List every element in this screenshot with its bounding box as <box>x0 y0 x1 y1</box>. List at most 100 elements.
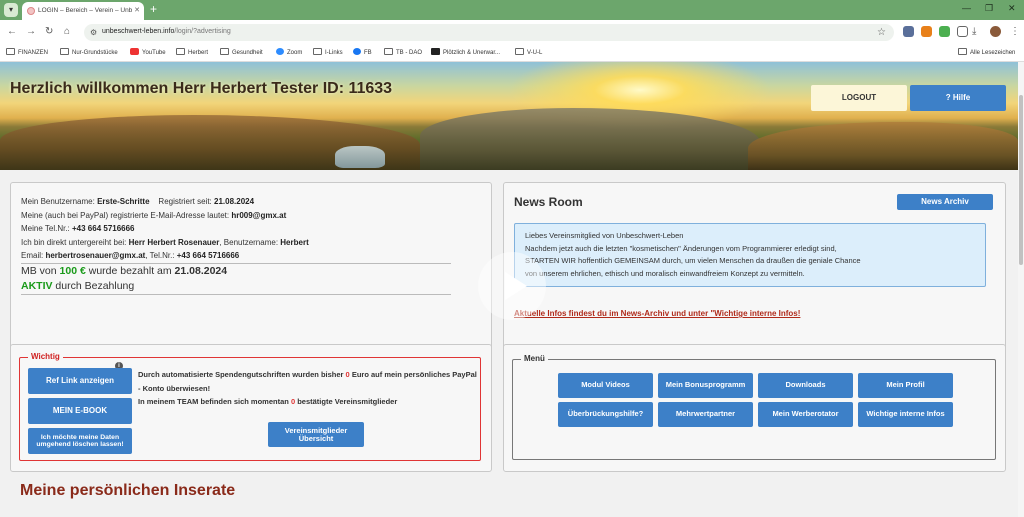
bookmark-gesundheit[interactable]: Gesundheit <box>220 48 263 56</box>
menu-mehrwertpartner[interactable]: Mehrwertpartner <box>658 402 753 427</box>
bookmark-tb-dao[interactable]: TB - DAO <box>384 48 422 56</box>
bookmark-grundstuecke[interactable]: Nur-Grundstücke <box>60 48 118 56</box>
url-host: unbeschwert-leben.info <box>102 28 175 35</box>
bookmarks-bar: FINANZEN Nur-Grundstücke YouTube Herbert… <box>0 44 1024 62</box>
news-message-box: Liebes Vereinsmitglied von Unbeschwert-L… <box>514 223 986 287</box>
all-bookmarks[interactable]: Alle Lesezeichen <box>958 48 1015 56</box>
fox-extension-icon[interactable] <box>921 26 932 37</box>
folder-icon <box>313 48 322 55</box>
username: Erste-Schritte <box>97 197 150 206</box>
banner-river <box>335 146 385 168</box>
donation-amount: 0 <box>345 370 350 379</box>
url-path: /login/?advertising <box>174 28 231 35</box>
minimize-icon[interactable]: — <box>962 3 971 13</box>
puzzle-extensions-icon[interactable] <box>957 26 968 37</box>
status-line: AKTIV durch Bezahlung <box>21 279 135 292</box>
scrollbar-thumb[interactable] <box>1019 95 1023 265</box>
browser-tab-bar: ▾ LOGIN – Bereich – Verein – Unb ✕ + — ❐… <box>0 0 1024 20</box>
folder-icon <box>60 48 69 55</box>
news-archive-link[interactable]: Aktuelle Infos findest du im News-Archiv… <box>514 309 800 318</box>
extension-icon[interactable] <box>903 26 914 37</box>
ebook-button[interactable]: MEIN E-BOOK <box>28 398 132 424</box>
menu-downloads[interactable]: Downloads <box>758 373 853 398</box>
bookmark-i-links[interactable]: I-Links <box>313 48 343 56</box>
leaf-extension-icon[interactable] <box>939 26 950 37</box>
menu-modul-videos[interactable]: Modul Videos <box>558 373 653 398</box>
video-play-icon[interactable] <box>478 252 546 320</box>
help-button[interactable]: ? Hilfe <box>910 85 1006 111</box>
folder-icon <box>6 48 15 55</box>
email-line: Meine (auch bei PayPal) registrierte E-M… <box>21 210 287 220</box>
news-line: von unserem ehrlichen, ethisch und moral… <box>525 268 805 278</box>
news-line: Nachdem jetzt auch die letzten "kosmetis… <box>525 243 837 253</box>
news-line: STARTEN WIR hoffentlich GEMEINSAM durch,… <box>525 256 861 265</box>
logout-button[interactable]: LOGOUT <box>811 85 907 111</box>
close-window-icon[interactable]: ✕ <box>1008 3 1016 14</box>
site-info-icon[interactable]: ⚙ <box>90 28 97 37</box>
menu-werberotator[interactable]: Mein Werberotator <box>758 402 853 427</box>
zoom-icon <box>276 48 284 55</box>
browser-tab[interactable]: LOGIN – Bereich – Verein – Unb ✕ <box>22 2 144 20</box>
download-icon[interactable]: ⤓ <box>972 26 976 38</box>
welcome-heading: Herzlich willkommen Herr Herbert Tester … <box>10 80 393 97</box>
menu-interne-infos[interactable]: Wichtige interne Infos <box>858 402 953 427</box>
folder-icon <box>958 48 967 55</box>
menu-card: Menü Modul Videos Mein Bonusprogramm Dow… <box>503 344 1006 472</box>
tab-search-button[interactable]: ▾ <box>4 3 18 17</box>
folder-icon <box>220 48 229 55</box>
url-bar[interactable]: ⚙ unbeschwert-leben.info/login/?advertis… <box>84 24 894 41</box>
team-count: 0 <box>290 397 296 406</box>
folder-icon <box>176 48 185 55</box>
bookmark-star-icon[interactable]: ☆ <box>877 27 886 38</box>
bookmark-ploetzlich[interactable]: Plötzlich & Unerwar... <box>431 48 500 56</box>
browser-toolbar: ← → ↻ ⌂ ⚙ unbeschwert-leben.info/login/?… <box>0 20 1024 44</box>
maximize-icon[interactable]: ❐ <box>985 3 993 14</box>
site-favicon-icon <box>27 7 35 15</box>
important-fieldset: Wichtig i Ref Link anzeigen MEIN E-BOOK … <box>19 352 481 461</box>
more-menu-icon[interactable]: ⋮ <box>1010 26 1020 38</box>
back-icon[interactable]: ← <box>7 26 17 38</box>
bookmark-herbert[interactable]: Herbert <box>176 48 208 56</box>
tel-line: Meine Tel.Nr.: +43 664 5716666 <box>21 224 135 233</box>
ref-link-button[interactable]: Ref Link anzeigen <box>28 368 132 394</box>
tel: +43 664 5716666 <box>72 224 135 233</box>
menu-legend: Menü <box>521 354 548 363</box>
news-line: Liebes Vereinsmitglied von Unbeschwert-L… <box>525 231 684 240</box>
email: hr009@gmx.at <box>231 210 287 220</box>
profile-avatar-icon[interactable] <box>990 26 1001 37</box>
registered-date: 21.08.2024 <box>214 197 255 206</box>
menu-profil[interactable]: Mein Profil <box>858 373 953 398</box>
important-card: Wichtig i Ref Link anzeigen MEIN E-BOOK … <box>10 344 492 472</box>
facebook-icon <box>353 48 361 55</box>
folder-icon <box>384 48 393 55</box>
youtube-icon <box>130 48 139 55</box>
forward-icon[interactable]: → <box>26 26 36 38</box>
inserate-heading: Meine persönlichen Inserate <box>20 482 236 499</box>
bookmark-youtube[interactable]: YouTube <box>130 48 166 56</box>
news-archive-button[interactable]: News Archiv <box>897 194 993 210</box>
menu-ueberbrueckungshilfe[interactable]: Überbrückungshilfe? <box>558 402 653 427</box>
upline-contact-line: Email: herbertrosenauer@gmx.at, Tel.Nr.:… <box>21 251 240 260</box>
banner-landscape <box>748 122 1018 170</box>
bookmark-zoom[interactable]: Zoom <box>276 48 302 56</box>
menu-fieldset: Menü Modul Videos Mein Bonusprogramm Dow… <box>512 354 996 460</box>
upline-line: Ich bin direkt untergereiht bei: Herr He… <box>21 237 309 247</box>
divider <box>21 293 451 295</box>
news-title: News Room <box>514 195 583 209</box>
page-content: Herzlich willkommen Herr Herbert Tester … <box>0 62 1018 517</box>
reload-icon[interactable]: ↻ <box>45 26 53 38</box>
username-line: Mein Benutzername: Erste-Schritte Regist… <box>21 197 255 206</box>
important-legend: Wichtig <box>28 352 63 361</box>
bookmark-finanzen[interactable]: FINANZEN <box>6 48 48 56</box>
home-icon[interactable]: ⌂ <box>64 26 70 38</box>
close-tab-icon[interactable]: ✕ <box>134 6 140 14</box>
bookmark-fb[interactable]: FB <box>353 48 372 56</box>
banner-landscape <box>420 108 760 170</box>
menu-bonusprogramm[interactable]: Mein Bonusprogramm <box>658 373 753 398</box>
new-tab-icon[interactable]: + <box>150 3 157 15</box>
delete-data-button[interactable]: Ich möchte meine Daten umgehend löschen … <box>28 428 132 454</box>
members-overview-button[interactable]: Vereinsmitglieder Übersicht <box>268 422 364 447</box>
bookmark-v-u-l[interactable]: V-U-L <box>515 48 542 56</box>
m-site-icon <box>431 48 440 55</box>
donation-info-text: Durch automatisierte Spendengutschriften… <box>138 370 477 406</box>
